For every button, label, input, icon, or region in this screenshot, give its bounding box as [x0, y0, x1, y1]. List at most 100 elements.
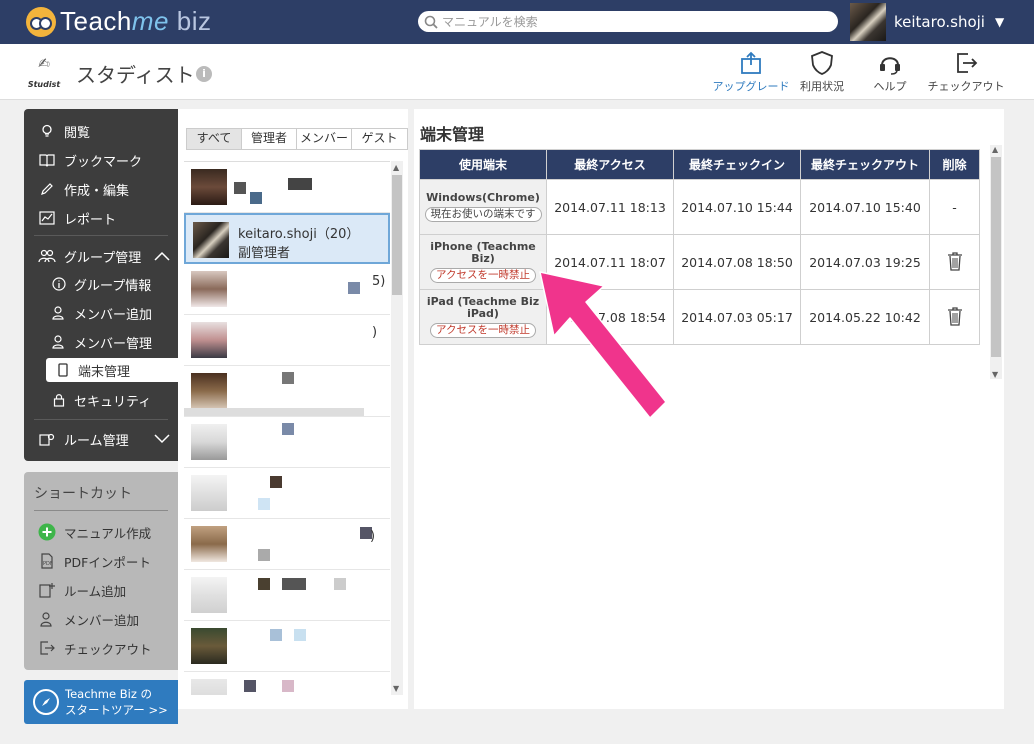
book-icon [38, 153, 56, 167]
last-checkin: 2014.07.08 18:50 [673, 234, 801, 290]
divider [34, 235, 168, 236]
user-menu[interactable]: keitaro.shoji ▼ [850, 2, 1004, 42]
divider [34, 419, 168, 420]
trash-icon[interactable] [947, 306, 963, 326]
shortcut-create-manual[interactable]: マニュアル作成 [38, 520, 151, 544]
scroll-up-icon[interactable]: ▲ [393, 163, 399, 172]
sidebar-item-group-admin[interactable]: グループ管理 [24, 242, 178, 270]
shortcut-checkout[interactable]: チェックアウト [38, 636, 152, 660]
device-table: 使用端末 最終アクセス 最終チェックイン 最終チェックアウト 削除 Window… [419, 149, 980, 345]
top-bar: Teachme biz keitaro.shoji ▼ [0, 0, 1034, 44]
last-checkout: 2014.05.22 10:42 [800, 289, 930, 345]
checkout-icon [957, 53, 978, 73]
list-item[interactable]: ) [184, 315, 390, 366]
list-item-selected[interactable]: keitaro.shoji（20） 副管理者 [184, 213, 390, 264]
sidebar-item-security[interactable]: セキュリティ [24, 386, 178, 414]
tab-admin[interactable]: 管理者 [242, 129, 297, 149]
logo-text: Teachme biz [60, 6, 212, 36]
tour-line-2: スタートツアー >> [65, 703, 168, 717]
pen-icon [38, 182, 56, 196]
list-item[interactable] [184, 468, 390, 519]
chart-icon [38, 211, 56, 225]
org-name: スタディスト [76, 63, 195, 87]
col-last-checkin: 最終チェックイン [673, 149, 801, 180]
suspend-access-button[interactable]: アクセスを一時禁止 [430, 323, 536, 338]
member-list-scrollbar[interactable]: ▲ ▼ [391, 161, 403, 695]
org-header: ✍ Studist スタディスト i アップグレード 利用状況 ヘルプ チェック… [0, 44, 1034, 100]
search-input[interactable] [442, 14, 822, 29]
page-title: 端末管理 [420, 125, 485, 144]
member-photo [191, 577, 227, 613]
list-item[interactable] [184, 366, 390, 417]
list-item[interactable] [184, 417, 390, 468]
device-name: iPhone (Teachme Biz) [430, 240, 536, 265]
suspend-access-button[interactable]: アクセスを一時禁止 [430, 268, 536, 283]
info-icon[interactable]: i [196, 66, 212, 82]
device-icon [54, 363, 72, 377]
logo-face-icon [26, 6, 56, 37]
sidebar-item-add-member[interactable]: メンバー追加 [24, 299, 178, 327]
chevron-down-icon: ▼ [994, 15, 1005, 29]
col-delete: 削除 [929, 149, 980, 180]
tab-member[interactable]: メンバー [297, 129, 352, 149]
sidebar-item-report[interactable]: レポート [24, 204, 178, 232]
device-name: Windows(Chrome) [426, 191, 540, 204]
member-photo [191, 169, 227, 205]
delete-cell [929, 289, 980, 345]
scrollbar-thumb[interactable] [991, 157, 1001, 357]
start-tour-button[interactable]: Teachme Biz の スタートツアー >> [24, 680, 178, 724]
tour-line-1: Teachme Biz の [65, 687, 153, 701]
tab-guest[interactable]: ゲスト [352, 129, 407, 149]
list-item[interactable] [184, 672, 390, 695]
device-name: iPad (Teachme Biz iPad) [426, 295, 540, 320]
shortcut-add-member[interactable]: メンバー追加 [38, 607, 139, 631]
member-photo [191, 628, 227, 664]
help-button[interactable]: ヘルプ [866, 50, 914, 96]
member-name: keitaro.shoji（20） [238, 227, 360, 242]
teachme-biz-logo[interactable]: Teachme biz [26, 6, 211, 37]
sidebar-item-room-admin[interactable]: ルーム管理 [24, 425, 178, 453]
sidebar-item-edit[interactable]: 作成・編集 [24, 175, 178, 203]
list-item[interactable] [184, 570, 390, 621]
list-item[interactable]: 5) [184, 264, 390, 315]
lock-icon [50, 393, 68, 407]
tab-all[interactable]: すべて [187, 129, 242, 149]
table-scrollbar[interactable]: ▲ ▼ [990, 145, 1002, 379]
usage-button[interactable]: 利用状況 [796, 50, 848, 96]
scroll-down-icon[interactable]: ▼ [992, 370, 998, 379]
member-photo [191, 424, 227, 460]
list-item[interactable] [184, 162, 390, 213]
shortcut-panel: ショートカット マニュアル作成 PDF PDFインポート ルーム追加 メンバー追… [24, 472, 178, 670]
trash-icon[interactable] [947, 251, 963, 271]
sidebar-item-bookmark[interactable]: ブックマーク [24, 146, 178, 174]
member-photo [193, 222, 229, 258]
member-photo [191, 322, 227, 358]
scrollbar-thumb[interactable] [392, 175, 402, 295]
table-row: Windows(Chrome) 現在お使いの端末です 2014.07.11 18… [419, 179, 980, 235]
chevron-up-icon [154, 251, 170, 261]
table-header-row: 使用端末 最終アクセス 最終チェックイン 最終チェックアウト 削除 [419, 149, 980, 180]
add-member-icon [38, 611, 56, 627]
list-item[interactable] [184, 621, 390, 672]
shortcut-pdf-import[interactable]: PDF PDFインポート [38, 549, 151, 573]
group-icon [38, 249, 56, 263]
last-checkout: 2014.07.10 15:40 [800, 179, 930, 235]
member-photo [191, 271, 227, 307]
member-list: keitaro.shoji（20） 副管理者 5) )) [184, 161, 390, 695]
sidebar-item-browse[interactable]: 閲覧 [24, 117, 178, 145]
last-checkin: 2014.07.03 05:17 [673, 289, 801, 345]
last-access: 2014.07.11 18:07 [546, 234, 674, 290]
pen-logo-icon: ✍ [38, 56, 50, 72]
scroll-down-icon[interactable]: ▼ [393, 684, 399, 693]
sidebar-item-group-info[interactable]: グループ情報 [24, 270, 178, 298]
checkout-button[interactable]: チェックアウト [924, 50, 1008, 96]
col-last-access: 最終アクセス [546, 149, 674, 180]
sidebar-item-device-admin[interactable]: 端末管理 [46, 358, 178, 382]
scroll-up-icon[interactable]: ▲ [992, 145, 998, 154]
sidebar-item-manage-members[interactable]: メンバー管理 [24, 328, 178, 356]
search-box[interactable] [418, 11, 838, 32]
shortcut-add-room[interactable]: ルーム追加 [38, 578, 126, 602]
upgrade-button[interactable]: アップグレード [708, 50, 794, 96]
search-icon [424, 15, 438, 29]
list-item[interactable]: ) [184, 519, 390, 570]
